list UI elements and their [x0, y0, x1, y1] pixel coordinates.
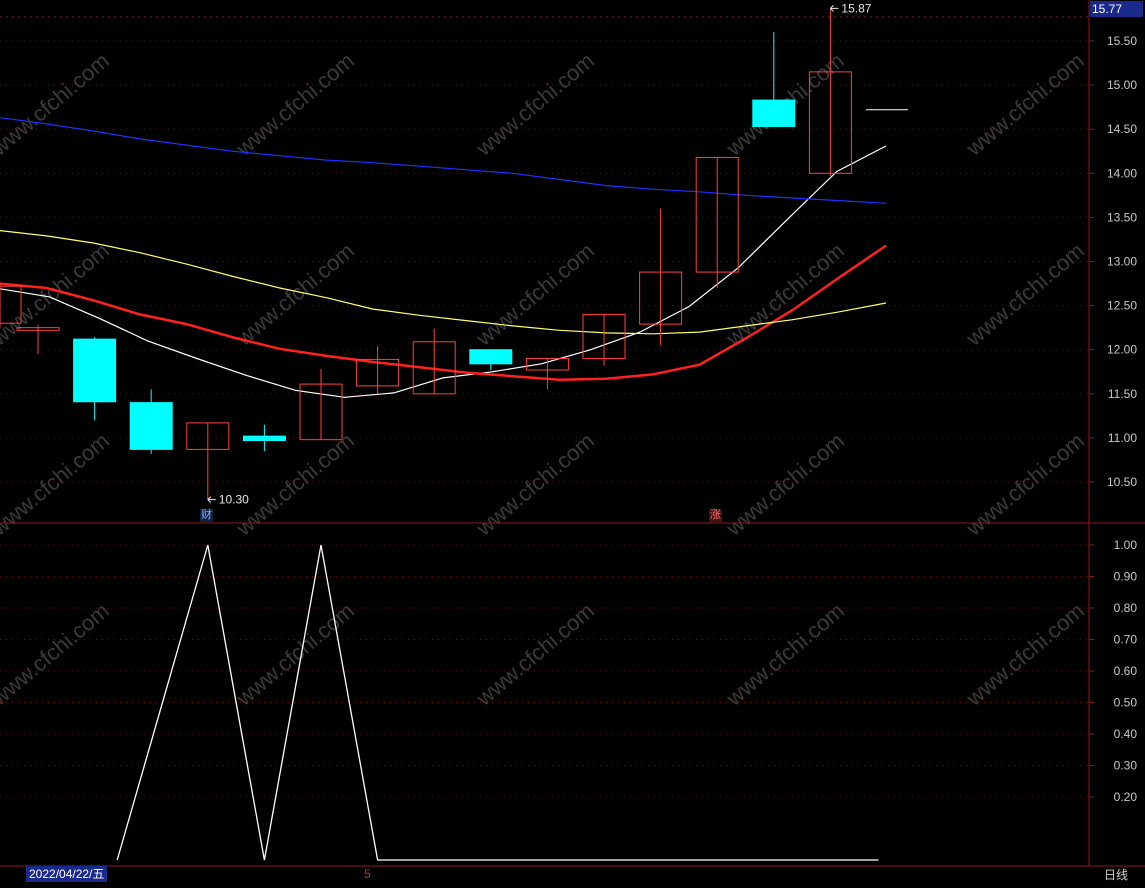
watermark-text: www.cfchi.com: [471, 428, 599, 541]
cursor-date-label: 2022/04/22/五: [26, 866, 108, 882]
price-tick-label: 13.00: [1107, 255, 1137, 269]
candle-body-down: [242, 435, 286, 442]
candlestick: [695, 156, 739, 288]
indicator-tick-label: 0.90: [1114, 570, 1138, 584]
price-tick-label: 15.00: [1107, 78, 1137, 92]
candlestick: [525, 358, 569, 390]
extreme-value-label: 10.30: [219, 493, 249, 507]
watermark-text: www.cfchi.com: [961, 238, 1089, 351]
watermark-text: www.cfchi.com: [961, 48, 1089, 161]
candlestick: [752, 32, 796, 128]
extreme-value-label: 15.87: [841, 1, 871, 15]
watermark-text: www.cfchi.com: [721, 428, 849, 541]
candlestick: [299, 369, 343, 441]
price-tick-label: 11.50: [1108, 387, 1137, 401]
moving-average-line: [0, 145, 887, 398]
watermark-text: www.cfchi.com: [231, 238, 359, 351]
price-tick-label: 14.00: [1107, 166, 1137, 180]
price-tick-label: 14.50: [1107, 122, 1137, 136]
watermark-text: www.cfchi.com: [0, 238, 114, 351]
chart-canvas[interactable]: www.cfchi.com www.cfchi.com www.cfchi.com w…: [0, 0, 1145, 888]
finance-event-marker[interactable]: 财: [200, 509, 213, 522]
watermark-text: www.cfchi.com: [961, 598, 1089, 711]
candlestick: [356, 346, 400, 394]
watermark-text: www.cfchi.com: [471, 238, 599, 351]
indicator-tick-label: 0.50: [1114, 696, 1138, 710]
watermark-text: www.cfchi.com: [0, 48, 114, 161]
axis-layer: 15.50 15.00 14.50 14.00 13.50 13.00 12.50 12.00…: [1089, 34, 1137, 804]
candle-body-down: [73, 338, 117, 403]
watermark-text: www.cfchi.com: [721, 238, 849, 351]
indicator-tick-label: 0.80: [1114, 601, 1138, 615]
watermark-text: www.cfchi.com: [0, 428, 114, 541]
candle-body-down: [129, 402, 173, 450]
indicator-tick-label: 0.60: [1114, 664, 1138, 678]
indicator-tick-label: 0.40: [1114, 727, 1138, 741]
limit-up-event-marker[interactable]: 涨: [709, 509, 722, 522]
watermark-text: www.cfchi.com: [0, 598, 114, 711]
candlestick: [469, 349, 513, 370]
candlestick: [242, 424, 286, 452]
moving-average-layer: [0, 117, 887, 398]
candle-body-down: [469, 349, 513, 365]
price-tick-label: 15.50: [1107, 34, 1137, 48]
price-tick-label: 11.00: [1108, 431, 1137, 445]
candlestick: [186, 422, 230, 500]
watermark-text: www.cfchi.com: [471, 598, 599, 711]
indicator-line: [116, 544, 879, 861]
month-marker-label: 5: [364, 867, 371, 881]
watermark-text: www.cfchi.com: [471, 48, 599, 161]
candlestick: [412, 328, 456, 395]
candlestick: [639, 208, 683, 346]
price-tick-label: 10.50: [1107, 475, 1137, 489]
price-tick-label: 12.50: [1107, 299, 1137, 313]
indicator-layer: [116, 544, 879, 861]
candlestick-layer[interactable]: [0, 8, 852, 500]
candle-body-down: [752, 99, 796, 128]
extreme-arrow: [207, 496, 216, 503]
period-selector[interactable]: 日线: [1104, 867, 1128, 883]
extreme-arrow: [830, 5, 839, 12]
indicator-tick-label: 0.20: [1114, 790, 1138, 804]
current-price-badge: 15.77: [1090, 1, 1143, 17]
watermark-text: www.cfchi.com: [231, 48, 359, 161]
indicator-tick-label: 0.70: [1114, 633, 1138, 647]
candlestick: [73, 337, 117, 421]
price-tick-label: 12.00: [1107, 343, 1137, 357]
candlestick: [129, 389, 173, 454]
watermark-text: www.cfchi.com: [231, 428, 359, 541]
indicator-tick-label: 1.00: [1114, 538, 1138, 552]
watermark-text: www.cfchi.com: [721, 598, 849, 711]
watermark-text: www.cfchi.com: [961, 428, 1089, 541]
indicator-tick-label: 0.30: [1114, 759, 1138, 773]
price-tick-label: 13.50: [1107, 210, 1137, 224]
